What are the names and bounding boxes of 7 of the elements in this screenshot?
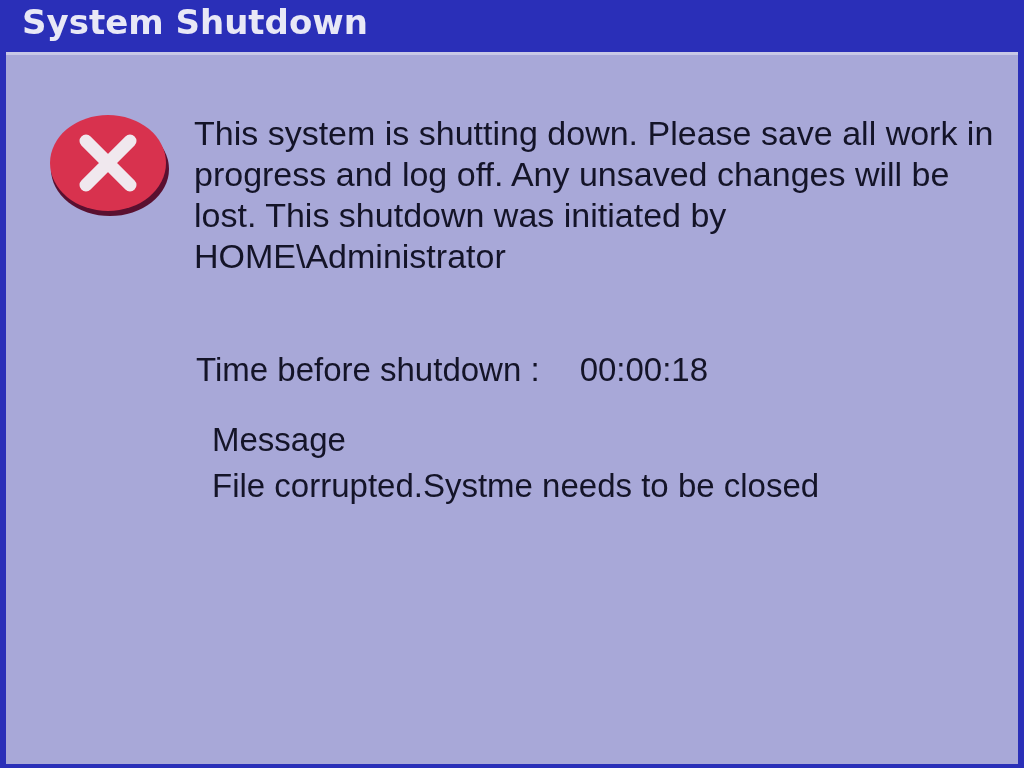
- error-icon: [50, 113, 170, 217]
- shutdown-notice: This system is shutting down. Please save all work in progress and log off. Any unsaved changes will be lost. This shutdown was initiated by HOME\Administrator: [194, 113, 994, 277]
- window-title: System Shutdown: [22, 2, 368, 42]
- countdown-value: 00:00:18: [579, 351, 709, 389]
- message-text: File corrupted.Systme needs to be closed: [212, 467, 821, 505]
- countdown-label: Time before shutdown :: [196, 351, 540, 389]
- message-label: Message: [212, 421, 347, 459]
